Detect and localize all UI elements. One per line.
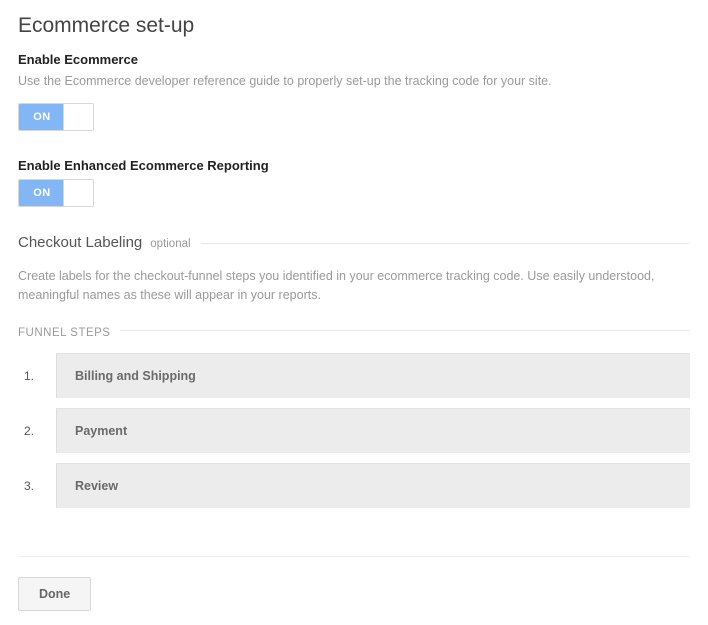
funnel-step-label[interactable]: Payment [56, 408, 690, 453]
funnel-step-label[interactable]: Billing and Shipping [56, 353, 690, 398]
toggle-on-label: ON [19, 180, 65, 206]
step-number: 1. [18, 369, 56, 383]
enhanced-reporting-toggle[interactable]: ON [18, 179, 94, 207]
funnel-steps-header: FUNNEL STEPS [18, 327, 110, 339]
funnel-step: 1. Billing and Shipping [18, 353, 690, 398]
divider [201, 243, 690, 244]
done-button[interactable]: Done [18, 577, 91, 611]
funnel-step: 2. Payment [18, 408, 690, 453]
enhanced-reporting-label: Enable Enhanced Ecommerce Reporting [18, 158, 690, 173]
toggle-thumb [63, 104, 93, 130]
divider [120, 330, 690, 331]
page-title: Ecommerce set-up [18, 14, 690, 38]
footer: Done [18, 556, 690, 611]
enable-ecommerce-label: Enable Ecommerce [18, 52, 690, 67]
optional-tag: optional [150, 238, 190, 250]
toggle-on-label: ON [19, 104, 65, 130]
checkout-labeling-title: Checkout Labeling [18, 234, 142, 251]
step-number: 2. [18, 424, 56, 438]
toggle-thumb [63, 180, 93, 206]
enable-ecommerce-help: Use the Ecommerce developer reference gu… [18, 73, 690, 91]
step-number: 3. [18, 479, 56, 493]
funnel-step-label[interactable]: Review [56, 463, 690, 508]
checkout-labeling-header: Checkout Labeling optional [18, 234, 690, 251]
enable-ecommerce-toggle[interactable]: ON [18, 103, 94, 131]
checkout-labeling-help: Create labels for the checkout-funnel st… [18, 267, 690, 306]
funnel-step: 3. Review [18, 463, 690, 508]
funnel-steps-header-row: FUNNEL STEPS [18, 327, 690, 339]
